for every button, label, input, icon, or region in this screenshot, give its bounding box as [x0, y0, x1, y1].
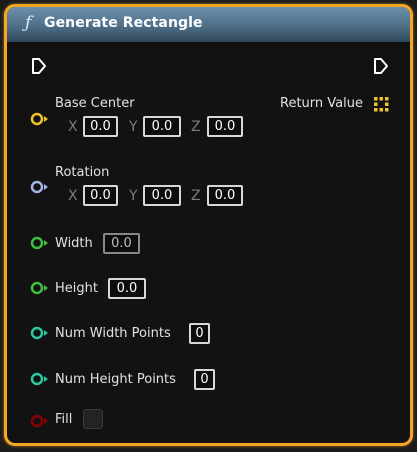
num-height-points-label: Num Height Points — [55, 372, 176, 387]
num-width-points-pin-icon[interactable] — [30, 326, 50, 340]
base-center-y-label: Y — [129, 119, 138, 135]
rotation-z-field[interactable]: 0.0 — [207, 185, 243, 206]
base-center-z-field[interactable]: 0.0 — [207, 116, 243, 137]
base-center-z-label: Z — [191, 119, 201, 135]
return-value-label: Return Value — [280, 96, 363, 111]
grid-icon[interactable] — [374, 97, 389, 112]
node-title: Generate Rectangle — [44, 15, 203, 31]
rotation-x-label: X — [68, 188, 78, 204]
rotation-y-field[interactable]: 0.0 — [143, 185, 181, 206]
base-center-y-field[interactable]: 0.0 — [143, 116, 181, 137]
function-node[interactable]: ƒ Generate Rectangle Return Value Base C… — [4, 4, 413, 446]
node-header[interactable]: ƒ Generate Rectangle — [7, 7, 410, 43]
height-label: Height — [55, 281, 98, 296]
height-pin-icon[interactable] — [30, 281, 50, 295]
fill-pin-icon[interactable] — [30, 414, 50, 428]
base-center-pin-icon[interactable] — [30, 112, 50, 126]
base-center-label: Base Center — [55, 96, 135, 111]
exec-input-pin[interactable] — [31, 57, 47, 75]
rotation-z-label: Z — [191, 188, 201, 204]
base-center-x-field[interactable]: 0.0 — [83, 116, 118, 137]
fill-label: Fill — [55, 412, 73, 427]
fill-checkbox[interactable] — [83, 409, 103, 429]
num-height-points-pin-icon[interactable] — [30, 372, 50, 386]
num-width-points-field[interactable]: 0 — [189, 323, 210, 344]
width-label: Width — [55, 236, 93, 251]
base-center-x-label: X — [68, 119, 78, 135]
width-field[interactable]: 0.0 — [103, 233, 140, 254]
function-icon: ƒ — [25, 13, 32, 33]
rotation-label: Rotation — [55, 165, 110, 180]
exec-output-pin[interactable] — [373, 57, 389, 75]
num-height-points-field[interactable]: 0 — [194, 369, 215, 390]
height-field[interactable]: 0.0 — [108, 278, 146, 299]
rotation-y-label: Y — [129, 188, 138, 204]
rotation-x-field[interactable]: 0.0 — [83, 185, 118, 206]
width-pin-icon[interactable] — [30, 236, 50, 250]
rotation-pin-icon[interactable] — [30, 180, 50, 194]
num-width-points-label: Num Width Points — [55, 326, 171, 341]
